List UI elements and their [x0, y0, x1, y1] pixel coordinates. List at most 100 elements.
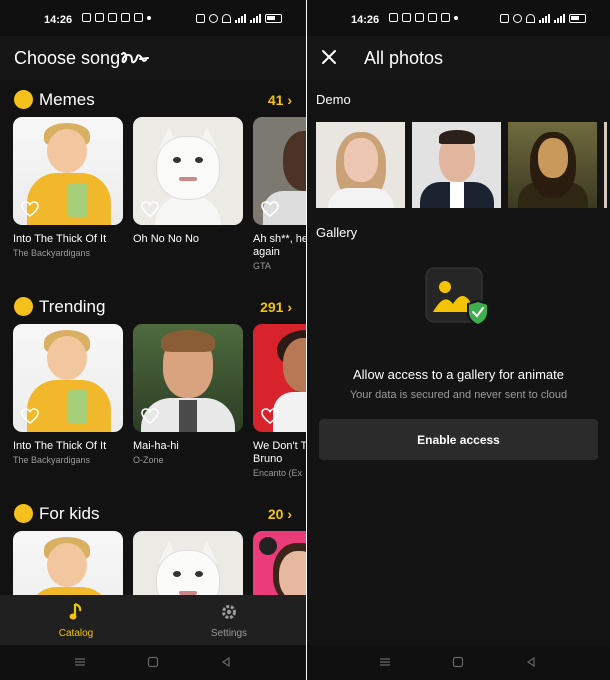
back-icon[interactable] — [525, 656, 537, 668]
mail-icon — [134, 13, 143, 22]
allow-access-title: Allow access to a gallery for animate — [353, 367, 564, 382]
card-row — [13, 531, 306, 595]
back-icon[interactable] — [220, 656, 232, 668]
song-title: Into The Thick Of It — [13, 233, 107, 245]
song-title-line2: again — [253, 246, 280, 258]
song-card[interactable] — [13, 531, 123, 595]
card-row: Into The Thick Of It The Backyardigans O… — [13, 117, 306, 271]
music-note-icon — [69, 603, 82, 620]
song-thumbnail[interactable] — [133, 324, 243, 432]
heart-icon[interactable] — [21, 201, 39, 217]
song-card[interactable]: Into The Thick Of It The Backyardigans — [13, 117, 123, 271]
battery-icon — [569, 13, 586, 23]
heart-icon[interactable] — [21, 408, 39, 424]
demo-photo[interactable] — [604, 122, 607, 208]
section-header: For kids 20 › — [0, 494, 306, 534]
song-title: Oh No No No — [133, 233, 200, 245]
song-thumbnail[interactable] — [253, 324, 306, 432]
app-icon — [121, 13, 130, 22]
catalog-screen: 14:26 Choose song Memes 41 › Into The Th… — [0, 0, 306, 680]
notification-icons — [82, 13, 151, 22]
song-artist: The Backyardigans — [13, 248, 91, 258]
demo-photos-row[interactable] — [316, 122, 607, 208]
menu-icon[interactable] — [74, 656, 86, 668]
demo-photo[interactable] — [508, 122, 597, 208]
song-card[interactable]: Ah sh**, he again GTA — [253, 117, 306, 271]
section-title: For kids — [39, 504, 100, 523]
menu-icon[interactable] — [379, 656, 391, 668]
page-title: All photos — [364, 48, 444, 68]
enable-access-button[interactable]: Enable access — [319, 419, 598, 460]
section-see-all-link[interactable]: 291 › — [260, 299, 292, 315]
status-bar: 14:26 — [0, 0, 306, 36]
song-thumbnail[interactable] — [13, 531, 123, 595]
song-card[interactable]: We Don't T Bruno Encanto (Ex — [253, 324, 306, 478]
section-see-all-link[interactable]: 20 › — [268, 506, 292, 522]
section-trending: Trending 291 › Into The Thick Of It The … — [0, 287, 306, 478]
nav-label: Catalog — [58, 628, 94, 639]
song-thumbnail[interactable] — [133, 117, 243, 225]
catalog-list[interactable]: Memes 41 › Into The Thick Of It The Back… — [0, 80, 306, 595]
photos-header: All photos — [307, 36, 610, 80]
heart-icon[interactable] — [141, 408, 159, 424]
page-title: Choose song — [14, 48, 121, 68]
heart-icon[interactable] — [141, 201, 159, 217]
nav-settings[interactable]: Settings — [189, 603, 269, 639]
song-thumbnail[interactable] — [253, 531, 306, 595]
catalog-header: Choose song — [0, 36, 306, 80]
section-title: Memes — [39, 90, 95, 109]
song-artist: O-Zone — [133, 455, 164, 465]
system-nav-bar — [307, 645, 610, 680]
alarm-icon — [513, 13, 522, 23]
song-title: Ah sh**, he — [253, 233, 306, 245]
song-thumbnail[interactable] — [13, 324, 123, 432]
heart-icon[interactable] — [261, 201, 279, 217]
section-see-all-link[interactable]: 41 › — [268, 92, 292, 108]
gallery-label: Gallery — [316, 225, 358, 240]
status-time: 14:26 — [44, 14, 73, 26]
card-row: Into The Thick Of It The Backyardigans M… — [13, 324, 306, 478]
nav-label: Settings — [210, 628, 248, 639]
nav-catalog[interactable]: Catalog — [36, 603, 116, 639]
app-icon — [415, 13, 424, 22]
song-card[interactable]: Mai-ha-hi O-Zone — [133, 324, 243, 478]
home-icon[interactable] — [147, 656, 159, 668]
system-nav-bar — [0, 645, 306, 680]
section-memes: Memes 41 › Into The Thick Of It The Back… — [0, 80, 306, 271]
youtube-icon — [402, 13, 411, 22]
notification-icon — [82, 13, 91, 22]
song-card[interactable]: Into The Thick Of It The Backyardigans — [13, 324, 123, 478]
heart-icon[interactable] — [261, 408, 279, 424]
youtube-icon — [95, 13, 104, 22]
signal-icon — [235, 13, 246, 23]
song-card[interactable] — [253, 531, 306, 595]
allow-access-subtitle: Your data is secured and never sent to c… — [349, 389, 568, 401]
home-icon[interactable] — [452, 656, 464, 668]
song-thumbnail[interactable] — [13, 117, 123, 225]
app-icon — [428, 13, 437, 22]
baby-emoji-icon — [14, 504, 33, 523]
nfc-icon — [196, 13, 205, 23]
section-for-kids: For kids 20 › — [0, 494, 306, 595]
demo-photo[interactable] — [412, 122, 501, 208]
more-dot-icon — [147, 15, 151, 20]
song-artist: Encanto (Ex — [253, 468, 303, 478]
gear-icon — [222, 605, 236, 619]
song-artist: The Backyardigans — [13, 455, 91, 465]
signal-icon — [554, 13, 565, 23]
app-icon — [108, 13, 117, 22]
system-icons — [500, 13, 586, 23]
system-icons — [196, 13, 282, 23]
close-icon[interactable] — [321, 49, 337, 65]
song-thumbnail[interactable] — [133, 531, 243, 595]
gallery-shield-icon — [425, 267, 489, 327]
song-card[interactable]: Oh No No No — [133, 117, 243, 271]
demo-photo[interactable] — [316, 122, 405, 208]
song-thumbnail[interactable] — [253, 117, 306, 225]
logo-squiggle-icon — [121, 52, 149, 64]
song-title: Mai-ha-hi — [133, 440, 179, 452]
wifi-icon — [222, 13, 231, 23]
section-title: Trending — [39, 297, 106, 316]
nfc-icon — [500, 13, 509, 23]
song-card[interactable] — [133, 531, 243, 595]
